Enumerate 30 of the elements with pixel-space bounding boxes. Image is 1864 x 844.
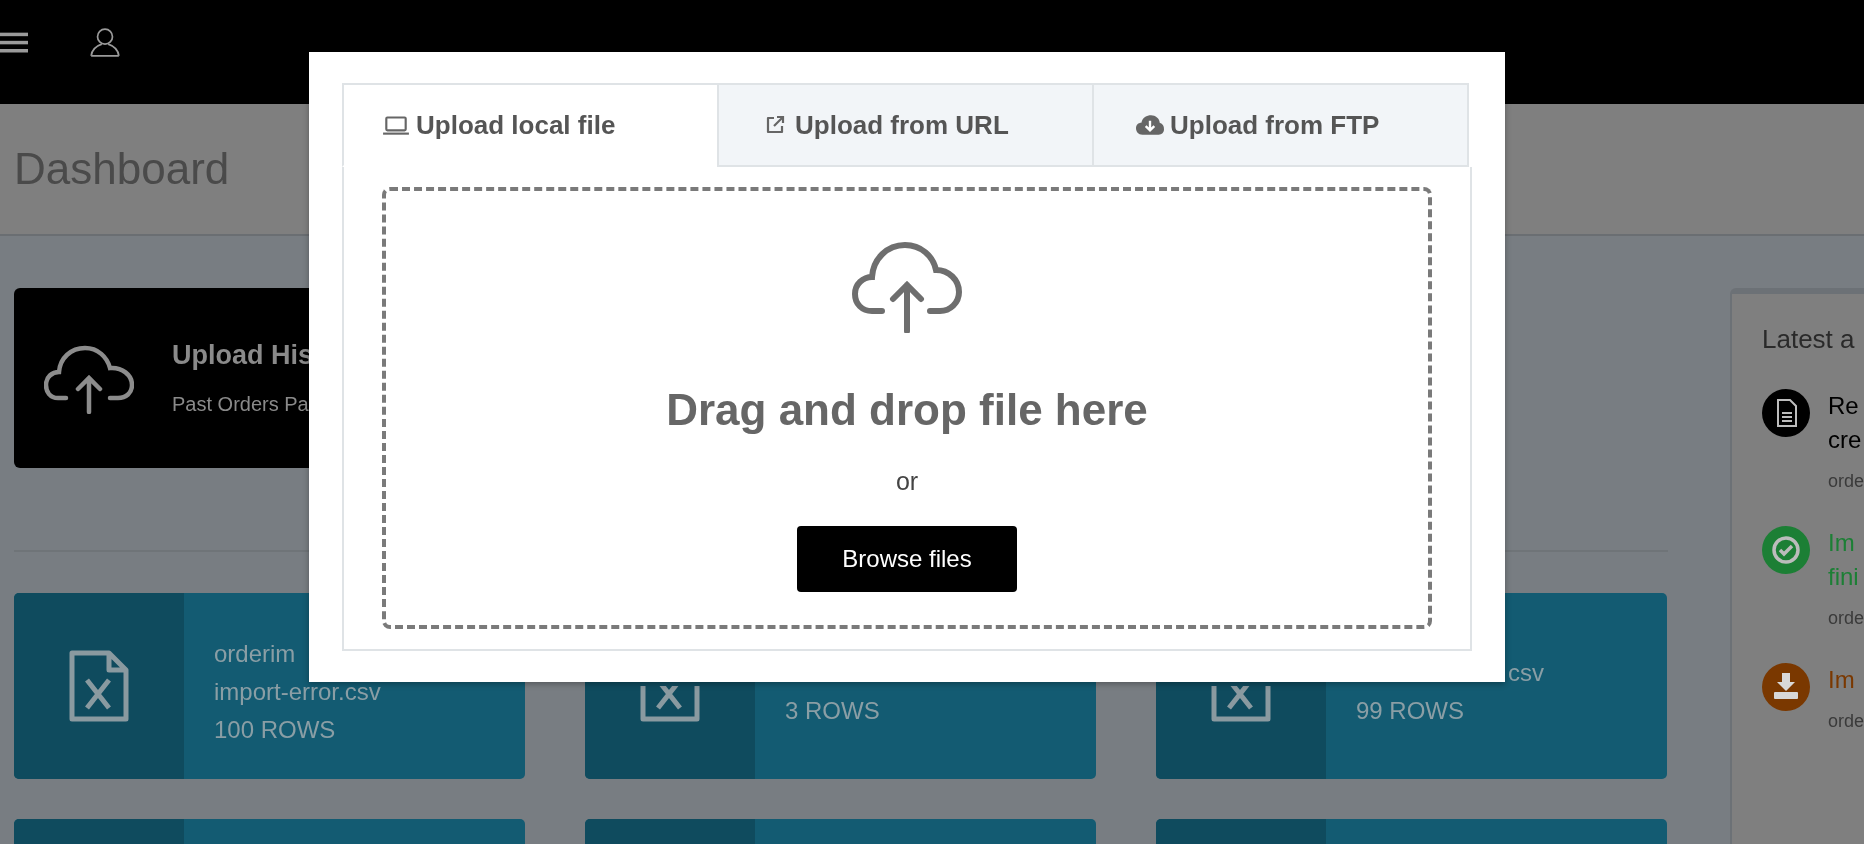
- tab[interactable]: Upload from FTP: [1092, 83, 1469, 167]
- file-card-text: 99 ROWS: [1356, 697, 1465, 725]
- file-card-text: 100 ROWS: [214, 716, 336, 744]
- activity-title: Im: [1828, 528, 1856, 558]
- spreadsheet-file-icon: [1211, 686, 1271, 722]
- activity-meta: orde: [1828, 608, 1864, 629]
- drop-zone[interactable]: Drag and drop file here or Browse files: [382, 187, 1432, 629]
- user-icon[interactable]: [88, 26, 122, 58]
- activity-title: Re: [1828, 391, 1860, 421]
- spreadsheet-file-icon: [640, 686, 700, 722]
- file-card-text: orderim: [214, 640, 296, 668]
- activity-title: fini: [1828, 562, 1860, 592]
- activity-title: cre: [1828, 425, 1863, 455]
- file-card-text: 3 ROWS: [785, 697, 880, 725]
- spreadsheet-file-icon: [69, 650, 129, 722]
- activity-title: Im: [1828, 665, 1856, 695]
- tab[interactable]: Upload from URL: [717, 83, 1094, 167]
- file-card-text: csv: [1508, 659, 1544, 687]
- cloud-download-icon: [1136, 114, 1164, 136]
- menu-icon[interactable]: [0, 30, 28, 54]
- panel-title: Latest a: [1762, 324, 1856, 355]
- activity-meta: orde: [1828, 711, 1864, 732]
- upload-card-subtitle: Past Orders Pa: [172, 393, 310, 416]
- file-card-text: import-error.csv: [214, 678, 381, 706]
- tab[interactable]: Upload local file: [342, 83, 719, 167]
- drop-instruction: Drag and drop file here: [666, 385, 1148, 435]
- activity-meta: orde: [1828, 471, 1864, 492]
- browse-files-button[interactable]: Browse files: [797, 526, 1017, 592]
- laptop-icon: [382, 114, 410, 136]
- or-text: or: [895, 467, 919, 496]
